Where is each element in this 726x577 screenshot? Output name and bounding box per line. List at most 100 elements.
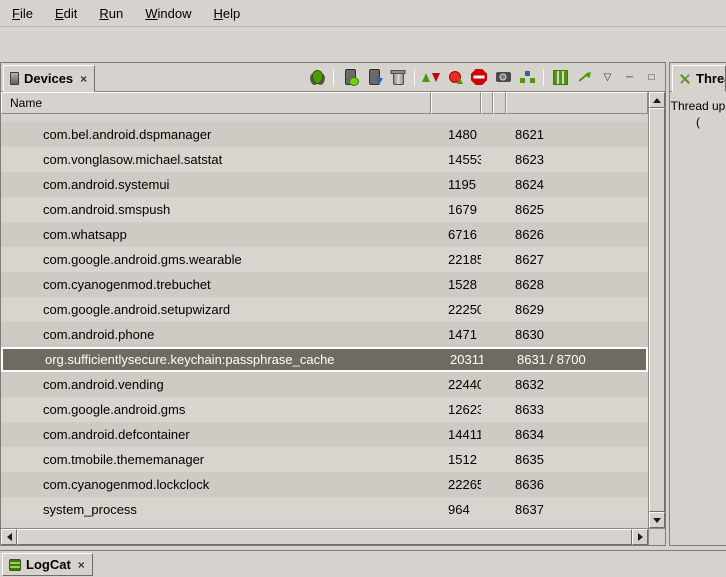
process-name: com.vonglasow.michael.satstat [1, 152, 431, 167]
stop-process-icon[interactable] [468, 67, 490, 87]
tab-logcat-label: LogCat [26, 557, 71, 572]
horizontal-scroll-thumb[interactable] [17, 529, 632, 545]
devices-toolbar-icons [305, 67, 596, 87]
process-pid: 22185 [431, 252, 481, 267]
threads-tabbar: Threads [670, 63, 726, 92]
menu-window[interactable]: Window [137, 3, 199, 24]
process-row[interactable]: com.android.smspush16798625 [1, 197, 648, 222]
process-name: com.cyanogenmod.lockclock [1, 477, 431, 492]
process-row[interactable]: com.bel.android.dspmanager14808621 [1, 122, 648, 147]
tab-logcat[interactable]: LogCat × [2, 553, 93, 576]
scroll-right-button[interactable] [632, 529, 648, 545]
process-port: 8623 [506, 152, 648, 167]
logcat-panel: LogCat × [0, 550, 726, 577]
dump-hprof-icon[interactable] [363, 67, 385, 87]
vertical-scrollbar[interactable] [648, 92, 665, 528]
tab-devices[interactable]: Devices × [3, 65, 95, 92]
process-table: Name com.bel.android.dspmanager14808621c… [1, 92, 665, 545]
process-pid: 1512 [431, 452, 481, 467]
process-row[interactable]: com.vonglasow.michael.satstat14553 8623 [1, 147, 648, 172]
process-row[interactable]: org.sufficientlysecure.keychain:passphra… [1, 347, 648, 372]
process-port: 8631 / 8700 [508, 352, 646, 367]
close-icon[interactable]: × [78, 72, 87, 86]
right-arrow-icon [638, 533, 643, 541]
process-pid: 1679 [431, 202, 481, 217]
process-pid: 20311 [433, 352, 483, 367]
debug-process-icon[interactable] [306, 67, 328, 87]
scroll-left-button[interactable] [1, 529, 17, 545]
process-row[interactable]: com.android.vending224408632 [1, 372, 648, 397]
screen-capture-icon[interactable] [492, 67, 514, 87]
process-pid: 1480 [431, 127, 481, 142]
process-port: 8632 [506, 377, 648, 392]
process-pid: 6716 [431, 227, 481, 242]
process-name: com.whatsapp [1, 227, 431, 242]
process-pid: 1195 [431, 177, 481, 192]
minimize-icon[interactable]: ─ [619, 68, 640, 86]
process-row[interactable]: com.android.phone14718630 [1, 322, 648, 347]
process-row[interactable]: com.google.android.gms126238633 [1, 397, 648, 422]
process-row[interactable]: system_process9648637 [1, 497, 648, 522]
process-port: 8628 [506, 277, 648, 292]
process-pid: 1528 [431, 277, 481, 292]
main-area: Devices × ▽ ─ □ Name com.bel.android.dsp… [0, 62, 726, 546]
process-port: 8635 [506, 452, 648, 467]
start-method-profiling-icon[interactable] [444, 67, 466, 87]
process-row[interactable]: com.cyanogenmod.trebuchet15288628 [1, 272, 648, 297]
process-pid: 14411 [431, 427, 481, 442]
process-name: com.android.systemui [1, 177, 431, 192]
threads-message-line1: Thread up [670, 98, 726, 114]
cause-gc-icon[interactable] [387, 67, 409, 87]
process-pid: 22265 [431, 477, 481, 492]
vertical-scroll-thumb[interactable] [649, 108, 665, 512]
update-threads-icon[interactable] [420, 67, 442, 87]
dump-view-hierarchy-icon[interactable] [516, 67, 538, 87]
process-port: 8627 [506, 252, 648, 267]
process-name: com.android.phone [1, 327, 431, 342]
view-menu-icon[interactable]: ▽ [597, 68, 618, 86]
process-port: 8633 [506, 402, 648, 417]
process-name: com.tmobile.thememanager [1, 452, 431, 467]
process-pid: 1471 [431, 327, 481, 342]
process-port: 8625 [506, 202, 648, 217]
process-pid: 14553 [431, 152, 481, 167]
column-header-name[interactable]: Name [1, 92, 431, 114]
device-icon [10, 72, 19, 85]
process-row[interactable]: com.google.android.gms.wearable22185 8627 [1, 247, 648, 272]
column-header-pid[interactable] [431, 92, 481, 114]
maximize-icon[interactable]: □ [641, 68, 662, 86]
process-row[interactable]: com.whatsapp67168626 [1, 222, 648, 247]
menu-edit[interactable]: Edit [47, 3, 85, 24]
devices-panel: Devices × ▽ ─ □ Name com.bel.android.dsp… [0, 62, 666, 546]
process-table-body: com.bel.android.dspmanager14808621com.vo… [1, 114, 648, 528]
logcat-icon [9, 559, 21, 571]
toolbar-separator [333, 69, 334, 86]
process-port: 8634 [506, 427, 648, 442]
process-row[interactable]: com.android.systemui11958624 [1, 172, 648, 197]
scroll-down-button[interactable] [649, 512, 665, 528]
start-opengl-trace-icon[interactable] [573, 67, 595, 87]
close-icon[interactable]: × [76, 558, 85, 572]
horizontal-scrollbar[interactable] [1, 528, 648, 545]
scroll-up-button[interactable] [649, 92, 665, 108]
process-row[interactable]: com.tmobile.thememanager1512 8635 [1, 447, 648, 472]
column-header-port[interactable] [506, 92, 648, 114]
process-name: com.google.android.gms.wearable [1, 252, 431, 267]
process-row[interactable]: com.cyanogenmod.lockclock222658636 [1, 472, 648, 497]
threads-panel: Threads Thread up ( [669, 62, 726, 546]
threads-icon [679, 73, 691, 85]
capture-system-ui-icon[interactable] [549, 67, 571, 87]
process-row[interactable]: com.google.android.setupwizard222508629 [1, 297, 648, 322]
process-row[interactable]: com.android.defcontainer14411 8634 [1, 422, 648, 447]
tab-devices-label: Devices [24, 71, 73, 86]
update-heap-icon[interactable] [339, 67, 361, 87]
threads-message: Thread up ( [670, 92, 726, 545]
down-arrow-icon [653, 518, 661, 523]
process-name: com.android.vending [1, 377, 431, 392]
process-name: com.android.defcontainer [1, 427, 431, 442]
tab-threads[interactable]: Threads [672, 65, 726, 92]
up-arrow-icon [653, 98, 661, 103]
menu-file[interactable]: File [4, 3, 41, 24]
menu-run[interactable]: Run [91, 3, 131, 24]
menu-help[interactable]: Help [205, 3, 248, 24]
